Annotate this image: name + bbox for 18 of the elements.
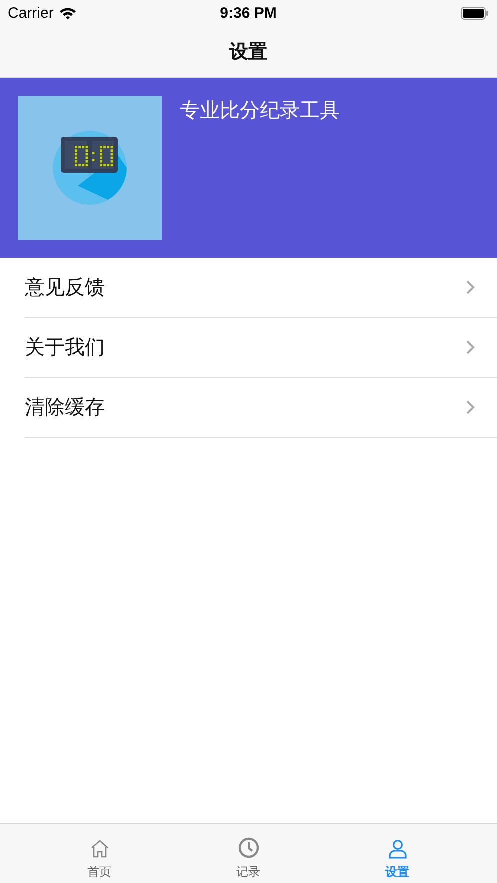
chevron-icon — [466, 280, 475, 295]
battery-icon — [461, 6, 490, 20]
clock-icon — [238, 837, 260, 859]
carrier-label: Carrier — [8, 4, 54, 22]
banner-title: 专业比分纪录工具 — [180, 99, 340, 124]
person-icon — [388, 839, 408, 859]
menu-item[interactable]: 关于我们 — [25, 318, 497, 378]
menu-item[interactable]: 清除缓存 — [25, 378, 497, 438]
chevron-icon — [466, 340, 475, 355]
wifi-icon — [58, 6, 77, 20]
menu-item[interactable]: 意见反馈 — [25, 258, 497, 318]
page-title: 设置 — [230, 40, 268, 64]
home-icon — [90, 839, 110, 859]
scoreboard-icon — [18, 96, 162, 240]
tab-item[interactable]: 首页 — [54, 824, 144, 883]
chevron-icon — [466, 400, 475, 415]
tab-item[interactable]: 记录 — [204, 824, 294, 883]
status-time: 9:36 PM — [220, 4, 277, 22]
